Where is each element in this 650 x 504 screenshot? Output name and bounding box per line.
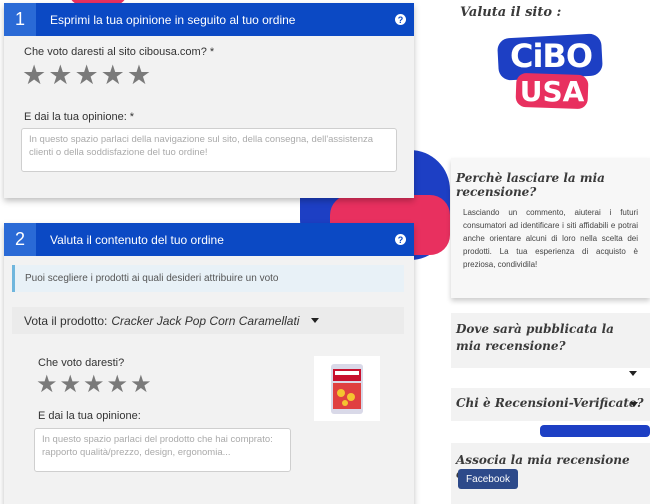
star-icon[interactable]: ★ — [74, 62, 98, 89]
star-icon[interactable]: ★ — [83, 373, 105, 397]
chevron-down-icon[interactable] — [630, 402, 638, 407]
product-rating-label: Che voto daresti? — [38, 357, 125, 369]
step2-header: 2 Valuta il contenuto del tuo ordine ? — [4, 223, 414, 256]
product-opinion-label: E dai la tua opinione: — [38, 410, 141, 422]
star-icon[interactable]: ★ — [36, 373, 58, 397]
step1-header: 1 Esprimi la tua opinione in seguito al … — [4, 3, 414, 36]
why-review-title: Perchè lasciare la mia recensione? — [456, 171, 605, 199]
help-icon[interactable]: ? — [395, 14, 406, 25]
where-published-title: Dove sarà pubblicata la mia recensione? — [456, 322, 614, 353]
why-review-box: Perchè lasciare la mia recensione? Lasci… — [451, 158, 650, 298]
site-opinion-field[interactable] — [21, 128, 397, 172]
chevron-down-icon[interactable] — [311, 318, 320, 323]
step2-panel: 2 Valuta il contenuto del tuo ordine ? P… — [4, 223, 414, 504]
product-selector-label: Vota il prodotto: — [24, 313, 108, 328]
star-icon[interactable]: ★ — [127, 62, 151, 89]
cibousa-logo: CiBO USA — [494, 33, 606, 116]
star-icon[interactable]: ★ — [60, 373, 82, 397]
info-box: Puoi scegliere i prodotti ai quali desid… — [12, 265, 404, 292]
star-icon[interactable]: ★ — [107, 373, 129, 397]
site-rating-label: Che voto daresti al sito cibousa.com? * — [24, 46, 215, 58]
step1-number: 1 — [4, 3, 36, 36]
star-icon[interactable]: ★ — [101, 62, 125, 89]
chevron-down-icon[interactable] — [629, 371, 637, 376]
rate-site-title: Valuta il sito : — [460, 5, 562, 20]
step2-title: Valuta il contenuto del tuo ordine — [50, 232, 224, 247]
star-icon[interactable]: ★ — [130, 373, 152, 397]
who-is-accordion[interactable]: Chi è Recensioni-Verificate? — [451, 388, 650, 421]
why-review-text: Lasciando un commento, aiuterai i futuri… — [463, 208, 638, 269]
product-opinion-field[interactable] — [34, 428, 291, 472]
step2-number: 2 — [4, 223, 36, 256]
product-selector-value: Cracker Jack Pop Corn Caramellati — [111, 313, 300, 328]
star-icon[interactable]: ★ — [48, 62, 72, 89]
product-rating-stars[interactable]: ★ ★ ★ ★ ★ — [36, 373, 152, 397]
help-icon[interactable]: ? — [395, 234, 406, 245]
product-selector[interactable]: Vota il prodotto: Cracker Jack Pop Corn … — [12, 307, 404, 334]
who-is-title: Chi è Recensioni-Verificate? — [456, 396, 644, 410]
site-rating-stars[interactable]: ★ ★ ★ ★ ★ — [22, 62, 151, 89]
step1-title: Esprimi la tua opinione in seguito al tu… — [50, 12, 296, 27]
star-icon[interactable]: ★ — [22, 62, 46, 89]
where-published-accordion[interactable]: Dove sarà pubblicata la mia recensione? — [451, 313, 650, 368]
site-opinion-label: E dai la tua opinione: * — [24, 111, 135, 123]
step1-panel: 1 Esprimi la tua opinione in seguito al … — [4, 3, 414, 198]
facebook-button[interactable]: Facebook — [458, 469, 518, 489]
info-text: Puoi scegliere i prodotti ai quali desid… — [25, 273, 279, 284]
product-image — [314, 356, 380, 421]
